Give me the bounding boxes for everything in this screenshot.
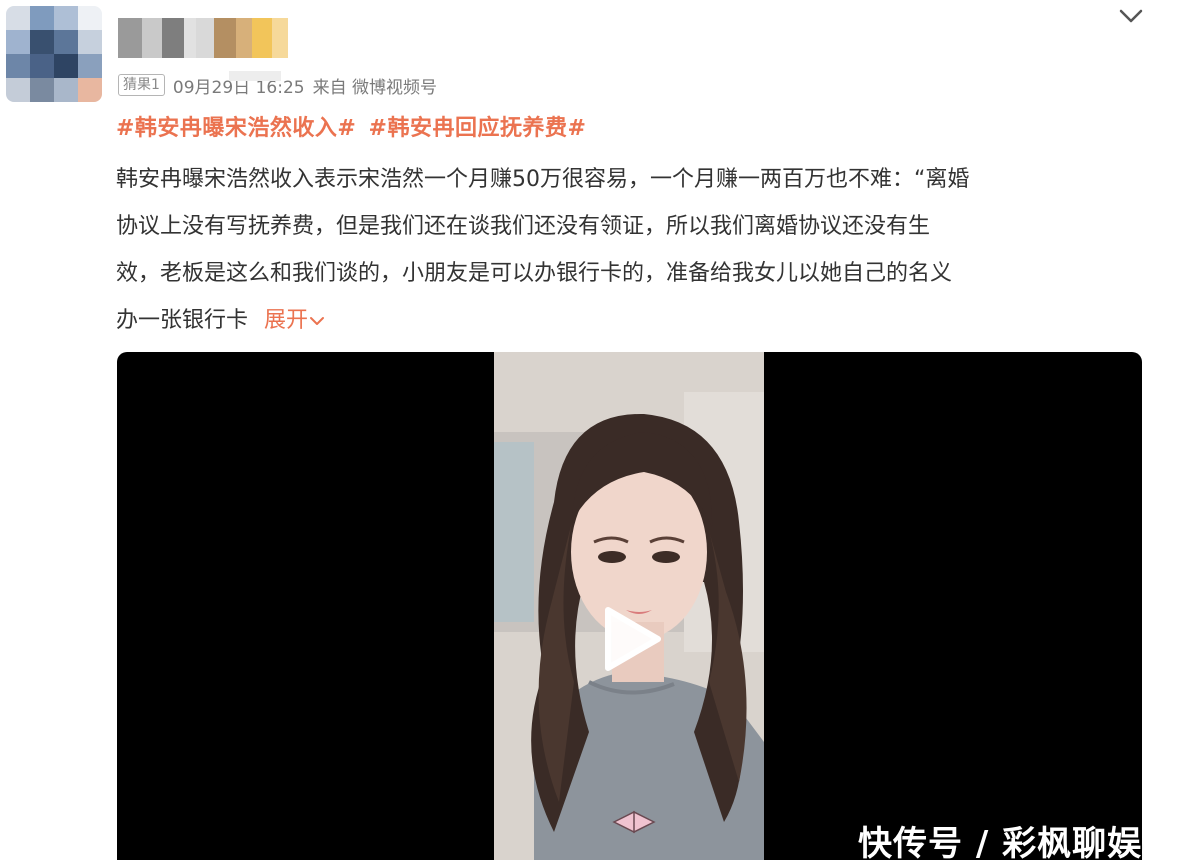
post-meta: 猜果1 09月29日 16:25 来自 微博视频号 <box>118 70 437 98</box>
timestamp[interactable]: 09月29日 16:25 <box>173 78 305 98</box>
timestamp-wrap: 09月29日 16:25 <box>173 70 305 98</box>
play-icon[interactable] <box>594 604 664 674</box>
hashtag-link[interactable]: #韩安冉回应抚养费# <box>369 116 587 141</box>
video-player[interactable] <box>117 352 1142 860</box>
post-body: 韩安冉曝宋浩然收入表示宋浩然一个月赚50万很容易，一个月赚一两百万也不难：“离婚… <box>116 156 1146 344</box>
chevron-down-icon <box>310 317 325 325</box>
body-line: 效，老板是这么和我们谈的，小朋友是可以办银行卡的，准备给我女儿以她自己的名义 <box>116 261 953 286</box>
hashtag-link[interactable]: #韩安冉曝宋浩然收入# <box>116 116 356 141</box>
weibo-post: 猜果1 09月29日 16:25 来自 微博视频号 #韩安冉曝宋浩然收入# #韩… <box>0 0 1184 860</box>
body-line-last: 办一张银行卡 展开 <box>116 297 1146 344</box>
expand-label: 展开 <box>264 308 309 333</box>
post-source: 来自 微博视频号 <box>312 77 437 98</box>
expand-link[interactable]: 展开 <box>264 308 326 333</box>
avatar[interactable] <box>6 6 102 102</box>
body-line: 协议上没有写抚养费，但是我们还在谈我们还没有领证，所以我们离婚协议还没有生 <box>116 214 931 239</box>
fan-badge[interactable]: 猜果1 <box>118 74 165 96</box>
timestamp-blur <box>228 70 281 81</box>
chevron-down-icon[interactable] <box>1116 4 1146 28</box>
watermark-text: 快传号 / 彩枫聊娱 <box>858 824 1143 860</box>
body-line: 韩安冉曝宋浩然收入表示宋浩然一个月赚50万很容易，一个月赚一两百万也不难：“离婚 <box>116 167 970 192</box>
body-line-text: 办一张银行卡 <box>116 308 249 333</box>
hashtag-row: #韩安冉曝宋浩然收入# #韩安冉回应抚养费# <box>116 110 590 142</box>
username-blurred[interactable] <box>118 18 288 58</box>
